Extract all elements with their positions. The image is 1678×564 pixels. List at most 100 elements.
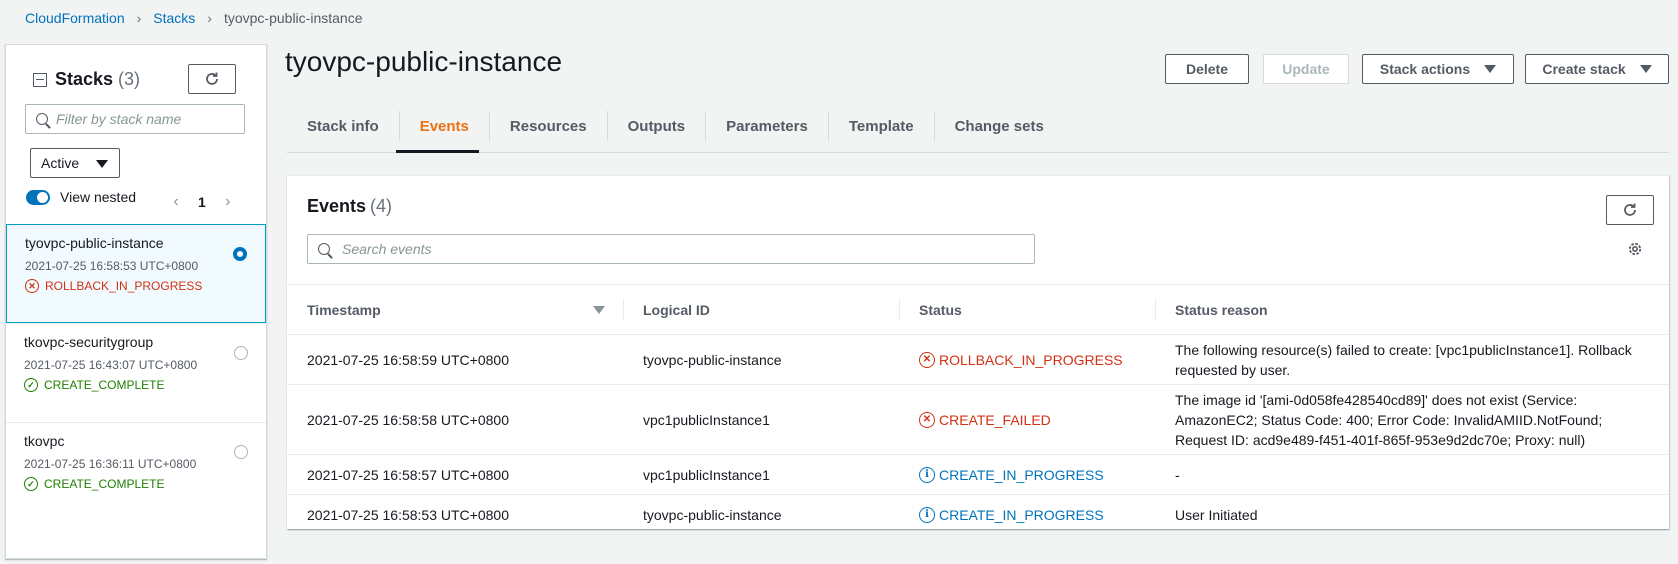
gear-icon[interactable] <box>1627 241 1643 257</box>
status-text: ROLLBACK_IN_PROGRESS <box>939 351 1123 368</box>
cell-timestamp: 2021-07-25 16:58:58 UTC+0800 <box>287 384 623 455</box>
table-row[interactable]: 2021-07-25 16:58:57 UTC+0800 vpc1publicI… <box>287 454 1669 495</box>
stack-status-text: CREATE_COMPLETE <box>44 378 165 392</box>
status-indicator: ✕ CREATE_FAILED <box>919 410 1135 430</box>
search-icon <box>318 243 330 255</box>
column-status-reason[interactable]: Status reason <box>1155 284 1669 335</box>
stack-radio[interactable] <box>234 445 248 459</box>
stack-actions-button[interactable]: Stack actions <box>1362 54 1514 84</box>
status-filter-select[interactable]: Active <box>30 148 120 178</box>
tab-events[interactable]: Events <box>400 111 490 141</box>
stack-list-item[interactable]: tkovpc-securitygroup 2021-07-25 16:43:07… <box>6 323 266 422</box>
stacks-sidebar: Stacks (3) Filter by stack name Active V… <box>5 44 267 559</box>
table-row[interactable]: 2021-07-25 16:58:53 UTC+0800 tyovpc-publ… <box>287 494 1669 535</box>
cell-status-reason: The following resource(s) failed to crea… <box>1155 334 1669 385</box>
stack-filter-input[interactable]: Filter by stack name <box>25 104 245 134</box>
stack-name: tkovpc <box>24 433 65 449</box>
status-indicator: i CREATE_IN_PROGRESS <box>919 465 1135 485</box>
chevron-left-icon[interactable]: ‹ <box>166 193 186 211</box>
stack-actions-label: Stack actions <box>1379 61 1471 77</box>
toggle-switch[interactable] <box>26 189 50 205</box>
update-button[interactable]: Update <box>1263 54 1349 84</box>
chevron-right-icon: › <box>207 10 212 26</box>
stack-tabs: Stack info Events Resources Outputs Para… <box>287 104 1064 154</box>
status-indicator: i CREATE_IN_PROGRESS <box>919 505 1135 525</box>
cell-status-reason: The image id '[ami-0d058fe428540cd89]' d… <box>1155 384 1669 455</box>
delete-button[interactable]: Delete <box>1165 54 1249 84</box>
active-tab-indicator <box>396 150 479 153</box>
status-text: CREATE_IN_PROGRESS <box>939 466 1104 483</box>
sort-desc-icon[interactable] <box>593 306 605 314</box>
cell-status: i CREATE_IN_PROGRESS <box>899 494 1155 535</box>
page-number[interactable]: 1 <box>198 194 206 210</box>
stack-radio[interactable] <box>234 346 248 360</box>
sidebar-pagination: ‹ 1 › <box>166 193 238 211</box>
stack-time: 2021-07-25 16:43:07 UTC+0800 <box>24 358 198 372</box>
error-icon: ✕ <box>919 411 935 428</box>
refresh-icon <box>206 72 218 85</box>
chevron-right-icon: › <box>136 10 142 26</box>
stack-list-item[interactable]: tyovpc-public-instance 2021-07-25 16:58:… <box>6 224 266 323</box>
stack-time: 2021-07-25 16:36:11 UTC+0800 <box>24 457 197 471</box>
breadcrumb-stacks[interactable]: Stacks <box>153 10 195 26</box>
cell-timestamp: 2021-07-25 16:58:57 UTC+0800 <box>287 454 623 495</box>
error-icon: ✕ <box>25 279 39 293</box>
column-status[interactable]: Status <box>899 284 1155 335</box>
breadcrumb-cloudformation[interactable]: CloudFormation <box>25 10 125 26</box>
caret-down-icon <box>96 160 108 168</box>
column-label: Timestamp <box>307 301 381 318</box>
tab-resources[interactable]: Resources <box>490 111 608 141</box>
tab-stack-info[interactable]: Stack info <box>287 111 400 141</box>
stack-status-text: ROLLBACK_IN_PROGRESS <box>45 279 203 293</box>
refresh-icon <box>1624 203 1636 216</box>
tab-template[interactable]: Template <box>829 111 935 141</box>
stack-name: tkovpc-securitygroup <box>24 334 154 350</box>
column-label: Logical ID <box>643 301 710 318</box>
info-icon: i <box>919 466 935 483</box>
column-divider <box>899 299 900 321</box>
column-timestamp[interactable]: Timestamp <box>287 284 623 335</box>
status-text: CREATE_IN_PROGRESS <box>939 506 1104 523</box>
search-icon <box>36 113 48 125</box>
tab-change-sets[interactable]: Change sets <box>935 111 1064 141</box>
column-label: Status reason <box>1175 301 1268 318</box>
breadcrumb-current: tyovpc-public-instance <box>223 10 363 26</box>
table-header-row: Timestamp Logical ID Status Status reaso… <box>287 284 1669 335</box>
chevron-right-icon[interactable]: › <box>218 193 238 211</box>
tabs-divider <box>287 152 1669 153</box>
cell-timestamp: 2021-07-25 16:58:59 UTC+0800 <box>287 334 623 385</box>
cell-logical-id: tyovpc-public-instance <box>623 494 899 535</box>
column-label: Status <box>919 301 962 318</box>
view-nested-toggle[interactable]: View nested <box>26 189 136 205</box>
status-filter-value: Active <box>41 155 80 171</box>
tab-parameters[interactable]: Parameters <box>706 111 829 141</box>
events-refresh-button[interactable] <box>1606 195 1654 225</box>
events-title-text: Events <box>307 196 367 216</box>
stack-time: 2021-07-25 16:58:53 UTC+0800 <box>25 259 199 273</box>
table-row[interactable]: 2021-07-25 16:58:58 UTC+0800 vpc1publicI… <box>287 384 1669 455</box>
events-panel: Events (4) Search events Timestamp Logica… <box>287 175 1669 535</box>
stack-radio[interactable] <box>233 247 247 261</box>
caret-down-icon <box>1639 65 1652 73</box>
stack-list-item[interactable]: tkovpc 2021-07-25 16:36:11 UTC+0800 ✓ CR… <box>6 422 266 521</box>
view-nested-label: View nested <box>60 189 137 205</box>
check-icon: ✓ <box>24 378 38 392</box>
cell-logical-id: tyovpc-public-instance <box>623 334 899 385</box>
sidebar-refresh-button[interactable] <box>188 64 236 94</box>
events-search-input[interactable]: Search events <box>307 234 1035 264</box>
cell-status: i CREATE_IN_PROGRESS <box>899 454 1155 495</box>
status-indicator: ✕ ROLLBACK_IN_PROGRESS <box>919 350 1135 370</box>
caret-down-icon <box>1484 65 1497 73</box>
column-logical-id[interactable]: Logical ID <box>623 284 899 335</box>
table-row[interactable]: 2021-07-25 16:58:59 UTC+0800 tyovpc-publ… <box>287 334 1669 385</box>
page-title: tyovpc-public-instance <box>285 46 563 77</box>
check-icon: ✓ <box>24 477 38 491</box>
cell-status: ✕ CREATE_FAILED <box>899 384 1155 455</box>
create-stack-button[interactable]: Create stack <box>1525 54 1669 84</box>
events-search-placeholder: Search events <box>342 241 432 257</box>
stack-status: ✓ CREATE_COMPLETE <box>24 378 248 392</box>
collapse-icon[interactable] <box>33 72 47 87</box>
tab-outputs[interactable]: Outputs <box>608 111 707 141</box>
stack-status: ✕ ROLLBACK_IN_PROGRESS <box>25 279 247 293</box>
events-title: Events (4) <box>307 196 392 217</box>
